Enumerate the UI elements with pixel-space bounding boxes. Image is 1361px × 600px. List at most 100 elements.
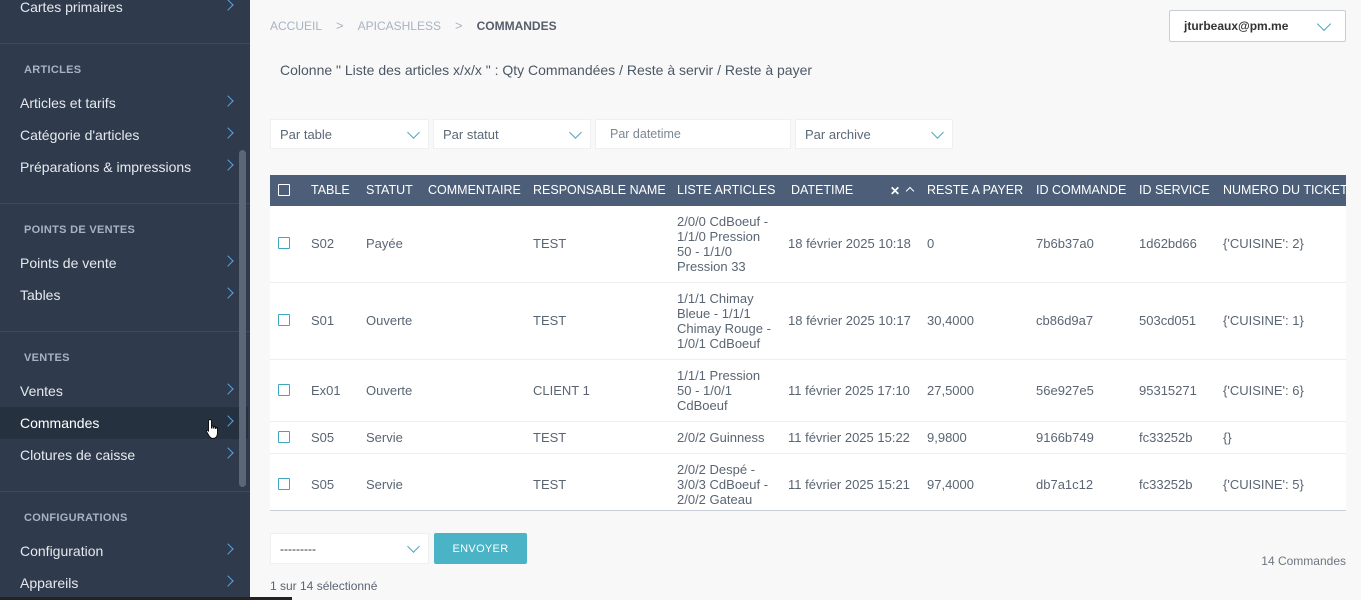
cell-articles: 1/1/1 Pression 50 - 1/0/1 CdBoeuf (677, 368, 761, 413)
cell-articles: 2/0/2 Guinness (677, 430, 765, 445)
table-row[interactable]: S01 Ouverte TEST 1/1/1 Chimay Bleue - 1/… (270, 283, 1346, 360)
sidebar-heading-configurations: CONFIGURATIONS (24, 512, 128, 524)
main-content: ACCUEIL > APICASHLESS > COMMANDES jturbe… (250, 0, 1361, 600)
row-checkbox[interactable] (278, 237, 290, 249)
column-header-table[interactable]: TABLE (311, 175, 350, 206)
user-email: jturbeaux@pm.me (1184, 19, 1289, 33)
table-row[interactable]: S05 Servie TEST 2/0/2 Guinness 11 févrie… (270, 422, 1346, 454)
cell-id-service: 503cd051 (1139, 313, 1197, 328)
filter-datetime-input[interactable]: Par datetime (595, 119, 791, 149)
chevron-right-icon (222, 127, 234, 139)
sidebar-scrollbar[interactable] (239, 150, 246, 487)
sidebar-item-cartes-primaires[interactable]: Cartes primaires (0, 0, 248, 23)
chevron-right-icon (222, 95, 234, 107)
cell-statut: Servie (366, 477, 403, 492)
cell-table[interactable]: S05 (311, 430, 334, 445)
cell-reste: 97,4000 (927, 477, 974, 492)
sidebar-item-ventes[interactable]: Ventes (0, 375, 248, 407)
cell-reste: 0 (927, 236, 935, 251)
remove-sort-icon[interactable]: ✕ (890, 184, 900, 198)
cell-id-service: 1d62bd66 (1139, 236, 1197, 251)
cell-reste: 27,5000 (927, 383, 974, 398)
sidebar-item-categorie-articles[interactable]: Catégorie d'articles (0, 119, 248, 151)
filter-label: Par archive (805, 126, 871, 142)
column-header-articles[interactable]: LISTE ARTICLES (677, 175, 775, 206)
page-description: Colonne " Liste des articles x/x/x " : Q… (280, 62, 813, 78)
sidebar-divider (0, 331, 250, 332)
sidebar-item-label: Commandes (20, 415, 100, 431)
sidebar-item-clotures-caisse[interactable]: Clotures de caisse (0, 439, 248, 471)
cell-statut: Ouverte (366, 383, 413, 398)
orders-table: TABLE STATUT COMMENTAIRE RESPONSABLE NAM… (270, 175, 1346, 511)
hand-cursor-icon (205, 418, 218, 440)
filter-table-select[interactable]: Par table (270, 119, 429, 149)
filter-status-select[interactable]: Par statut (433, 119, 591, 149)
sidebar-item-preparations[interactable]: Préparations & impressions (0, 151, 248, 183)
cell-id-service: fc33252b (1139, 430, 1193, 445)
breadcrumb-home-link[interactable]: ACCUEIL (270, 19, 322, 33)
chevron-down-icon (407, 540, 420, 553)
cell-datetime: 11 février 2025 15:22 (788, 430, 910, 445)
chevron-right-icon (222, 447, 234, 459)
cell-table[interactable]: S02 (311, 236, 334, 251)
breadcrumb: ACCUEIL > APICASHLESS > COMMANDES (270, 18, 557, 33)
sidebar-item-label: Ventes (20, 383, 63, 399)
chevron-right-icon: > (336, 18, 344, 33)
cell-responsable: CLIENT 1 (533, 383, 590, 398)
sidebar-item-label: Configuration (20, 543, 104, 559)
send-button[interactable]: ENVOYER (434, 533, 527, 564)
column-header-datetime[interactable]: DATETIME (791, 175, 853, 206)
column-header-reste[interactable]: RESTE A PAYER (927, 175, 1023, 206)
column-header-statut[interactable]: STATUT (366, 175, 413, 206)
column-header-commentaire[interactable]: COMMENTAIRE (428, 175, 521, 206)
bulk-action-value: --------- (280, 541, 316, 556)
chevron-right-icon (222, 383, 234, 395)
sidebar-heading-articles: ARTICLES (24, 64, 82, 76)
sidebar-item-label: Tables (20, 287, 61, 303)
sidebar-item-articles-tarifs[interactable]: Articles et tarifs (0, 87, 248, 119)
column-header-responsable[interactable]: RESPONSABLE NAME (533, 175, 666, 206)
chevron-right-icon (222, 0, 234, 11)
chevron-right-icon (222, 255, 234, 267)
cell-id-commande: 56e927e5 (1036, 383, 1094, 398)
table-row[interactable]: Ex01 Ouverte CLIENT 1 1/1/1 Pression 50 … (270, 360, 1346, 422)
sidebar-item-label: Points de vente (20, 255, 117, 271)
sidebar-item-appareils[interactable]: Appareils (0, 567, 248, 599)
chevron-right-icon (222, 575, 234, 587)
row-checkbox[interactable] (278, 384, 290, 396)
user-menu-dropdown[interactable]: jturbeaux@pm.me (1169, 10, 1346, 42)
cell-articles: 2/0/0 CdBoeuf - 1/1/0 Pression 50 - 1/1/… (677, 214, 769, 274)
breadcrumb-app-link[interactable]: APICASHLESS (358, 19, 441, 33)
select-all-checkbox[interactable] (278, 184, 290, 196)
column-header-id-service[interactable]: ID SERVICE (1139, 175, 1210, 206)
sort-ascending-icon[interactable] (905, 186, 915, 196)
cell-articles: 1/1/1 Chimay Bleue - 1/1/1 Chimay Rouge … (677, 291, 771, 351)
sidebar-item-configuration[interactable]: Configuration (0, 535, 248, 567)
cell-id-service: 95315271 (1139, 383, 1197, 398)
sidebar-item-label: Appareils (20, 575, 79, 591)
cell-datetime: 18 février 2025 10:17 (788, 313, 911, 328)
column-header-id-commande[interactable]: ID COMMANDE (1036, 175, 1126, 206)
chevron-right-icon (222, 287, 234, 299)
sidebar-item-points-de-vente[interactable]: Points de vente (0, 247, 248, 279)
row-checkbox[interactable] (278, 314, 290, 326)
chevron-right-icon: > (454, 18, 463, 33)
bulk-action-select[interactable]: --------- (270, 533, 429, 564)
cell-datetime: 11 février 2025 15:21 (788, 477, 910, 492)
cell-ticket: {'CUISINE': 2} (1223, 236, 1304, 251)
sidebar-heading-points-de-ventes: POINTS DE VENTES (24, 224, 136, 236)
table-row[interactable]: S02 Payée TEST 2/0/0 CdBoeuf - 1/1/0 Pre… (270, 206, 1346, 283)
cell-id-commande: cb86d9a7 (1036, 313, 1094, 328)
cell-statut: Servie (366, 430, 403, 445)
table-row[interactable]: S05 Servie TEST 2/0/2 Despé - 3/0/3 CdBo… (270, 454, 1346, 510)
sidebar-item-tables[interactable]: Tables (0, 279, 248, 311)
chevron-down-icon (407, 126, 420, 139)
column-header-ticket[interactable]: NUMERO DU TICKET (1223, 175, 1346, 206)
cell-table[interactable]: S05 (311, 477, 334, 492)
filter-archive-select[interactable]: Par archive (795, 119, 953, 149)
cell-table[interactable]: Ex01 (311, 383, 341, 398)
row-checkbox[interactable] (278, 431, 290, 443)
cell-table[interactable]: S01 (311, 313, 334, 328)
chevron-right-icon (222, 543, 234, 555)
row-checkbox[interactable] (278, 478, 290, 490)
